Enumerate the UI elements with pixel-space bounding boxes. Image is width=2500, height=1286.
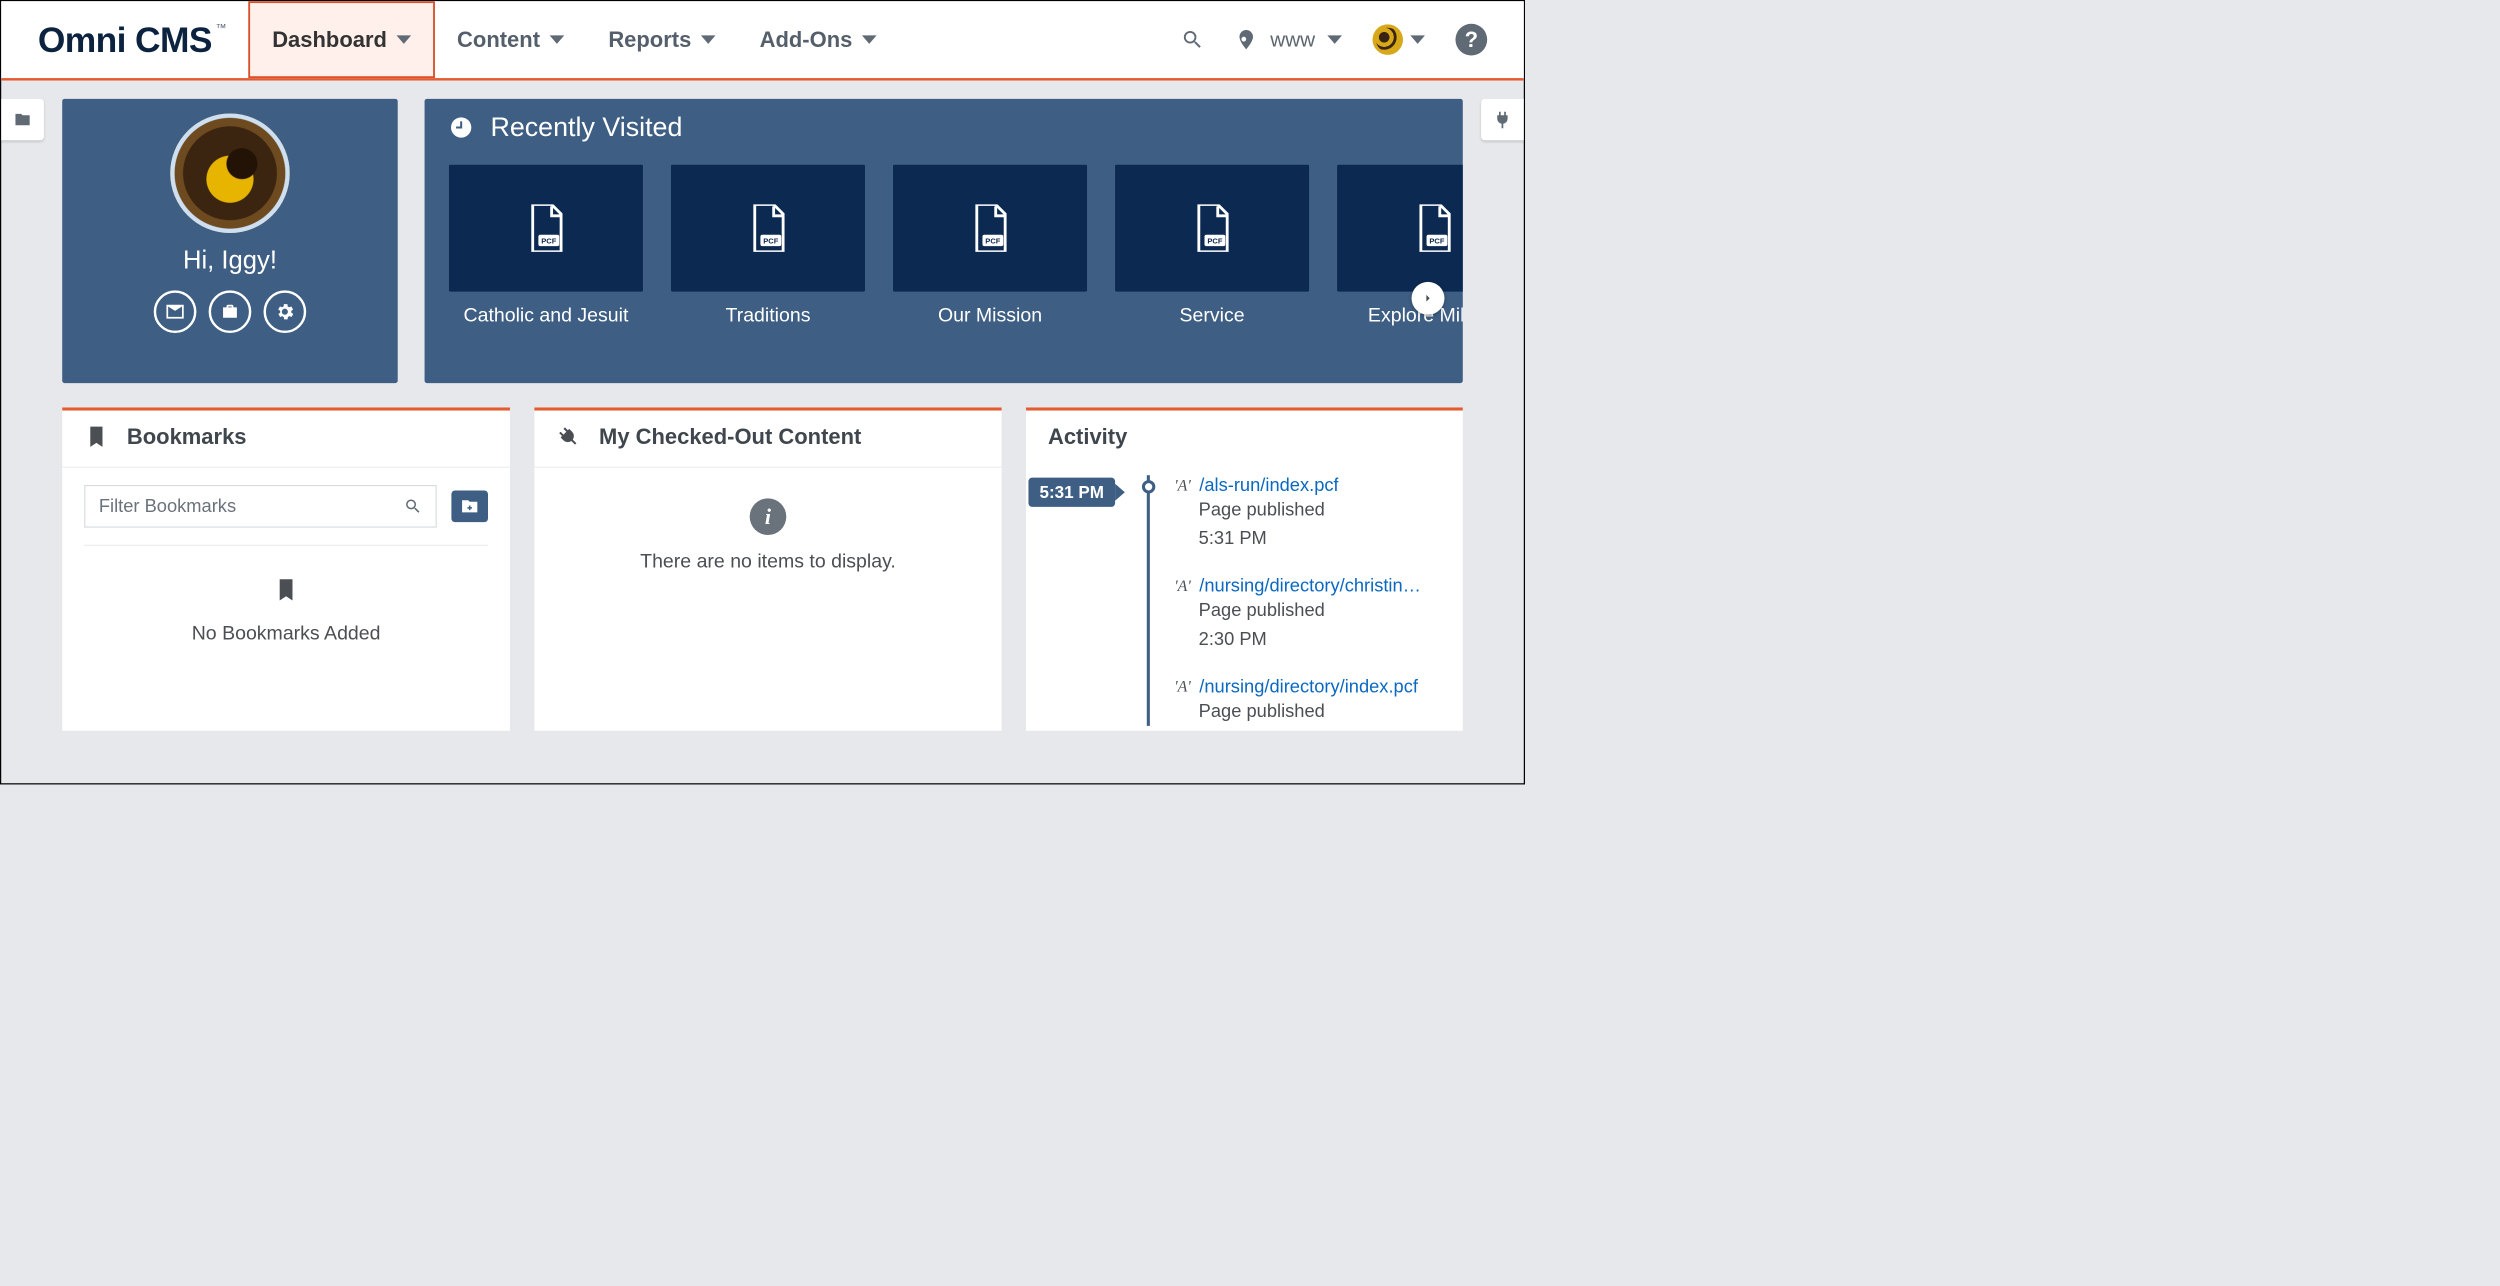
briefcase-icon [220,301,241,322]
search-icon[interactable] [1181,28,1204,51]
activity-action: Page published [1199,500,1325,520]
profile-card: Hi, Iggy! [62,99,398,383]
svg-text:PCF: PCF [985,236,1000,245]
activity-time: 2:30 PM [1199,629,1267,649]
activity-action: Page published [1199,701,1325,721]
recent-tile[interactable]: PCF Our Mission [893,165,1087,327]
pcf-file-icon: PCF [1415,204,1453,252]
recent-tile[interactable]: PCF Catholic and Jesuit [449,165,643,327]
add-bookmark-button[interactable] [451,490,488,522]
pcf-file-icon: PCF [971,204,1009,252]
panel-title: Activity [1048,424,1127,450]
author-icon: A [1174,678,1190,696]
recent-title: Recently Visited [490,112,682,143]
checked-empty-text: There are no items to display. [640,550,896,573]
chevron-down-icon [1327,35,1342,44]
activity-action: Page published [1199,600,1325,620]
gear-icon [275,301,296,322]
clock-icon [449,115,473,139]
panel-title: My Checked-Out Content [599,424,861,450]
files-tab[interactable] [1,99,44,140]
recently-visited: Recently Visited PCF Catholic and Jesuit … [425,99,1463,383]
author-icon: A [1174,577,1190,595]
plug-icon [1492,109,1513,130]
recent-tiles: PCF Catholic and Jesuit PCF Traditions PCF… [449,165,1438,327]
info-icon: i [750,498,787,535]
activity-item: A/als-run/index.pcf Page published 5:31 P… [1174,475,1437,552]
activity-time: 5:31 PM [1199,528,1267,548]
svg-text:PCF: PCF [1429,236,1444,245]
author-icon: A [1174,476,1190,494]
nav-content[interactable]: Content [435,1,586,78]
activity-panel: Activity 5:31 PM A/als-run/index.pcf Pag… [1026,407,1463,730]
tile-label: Our Mission [938,304,1042,327]
top-nav: Omni CMS™ Dashboard Content Reports Add-… [1,1,1524,80]
nav-items: Dashboard Content Reports Add-Ons [248,1,898,78]
bookmark-icon [273,574,299,606]
nav-label: Content [457,27,540,53]
svg-text:PCF: PCF [763,236,778,245]
nav-addons[interactable]: Add-Ons [738,1,899,78]
bookmark-icon [84,425,108,449]
activity-link[interactable]: /als-run/index.pcf [1199,475,1338,496]
bookmark-filter[interactable] [84,485,437,528]
inbox-button[interactable] [154,290,197,333]
nav-right: www ? [1181,24,1524,56]
bookmarks-panel: Bookmarks No Bookmarks Added [62,407,510,730]
greeting: Hi, Iggy! [183,245,277,274]
search-icon[interactable] [404,497,422,515]
site-selector[interactable]: www [1235,28,1342,52]
recent-tile[interactable]: PCF Traditions [671,165,865,327]
panel-title: Bookmarks [127,424,247,450]
chevron-down-icon [1410,35,1425,44]
nav-dashboard[interactable]: Dashboard [248,1,435,78]
activity-time-badge: 5:31 PM [1028,478,1115,507]
pcf-file-icon: PCF [749,204,787,252]
bookmark-filter-input[interactable] [99,496,404,517]
tile-label: Catholic and Jesuit [463,304,628,327]
bookmarks-empty-text: No Bookmarks Added [192,622,381,645]
chevron-down-icon [550,35,565,44]
svg-text:PCF: PCF [1207,236,1222,245]
chevron-down-icon [862,35,877,44]
activity-item: A/nursing/directory/index.pcf Page publi… [1174,676,1437,725]
nav-label: Dashboard [272,27,387,53]
nav-reports[interactable]: Reports [586,1,737,78]
tile-label: Service [1180,304,1245,327]
nav-label: Add-Ons [760,27,853,53]
activity-item: A/nursing/directory/christine-sh… Page p… [1174,576,1437,653]
chevron-down-icon [397,35,412,44]
timeline-dot [1142,480,1155,493]
activity-link[interactable]: /nursing/directory/christine-sh… [1199,576,1431,597]
mail-icon [165,301,186,322]
tile-label: Traditions [725,304,810,327]
recent-tile[interactable]: PCF Service [1115,165,1309,327]
checked-out-panel: My Checked-Out Content i There are no it… [534,407,1001,730]
folder-icon [12,111,33,128]
folder-plus-icon [459,497,481,515]
plug-icon [551,420,586,455]
chevron-down-icon [701,35,716,44]
activity-link[interactable]: /nursing/directory/index.pcf [1199,676,1418,697]
avatar [170,113,290,233]
help-button[interactable]: ? [1455,24,1487,56]
pin-icon [1235,28,1258,51]
pcf-file-icon: PCF [527,204,565,252]
avatar-icon [1373,24,1404,55]
carousel-next[interactable] [1412,282,1445,315]
nav-label: Reports [608,27,691,53]
svg-text:PCF: PCF [541,236,556,245]
brand-logo: Omni CMS™ [38,19,212,60]
pcf-file-icon: PCF [1193,204,1231,252]
chevron-right-icon [1421,292,1434,305]
settings-button[interactable] [264,290,307,333]
gadgets-tab[interactable] [1481,99,1524,140]
workflow-button[interactable] [209,290,252,333]
site-name: www [1270,28,1315,52]
user-menu[interactable] [1373,24,1425,55]
